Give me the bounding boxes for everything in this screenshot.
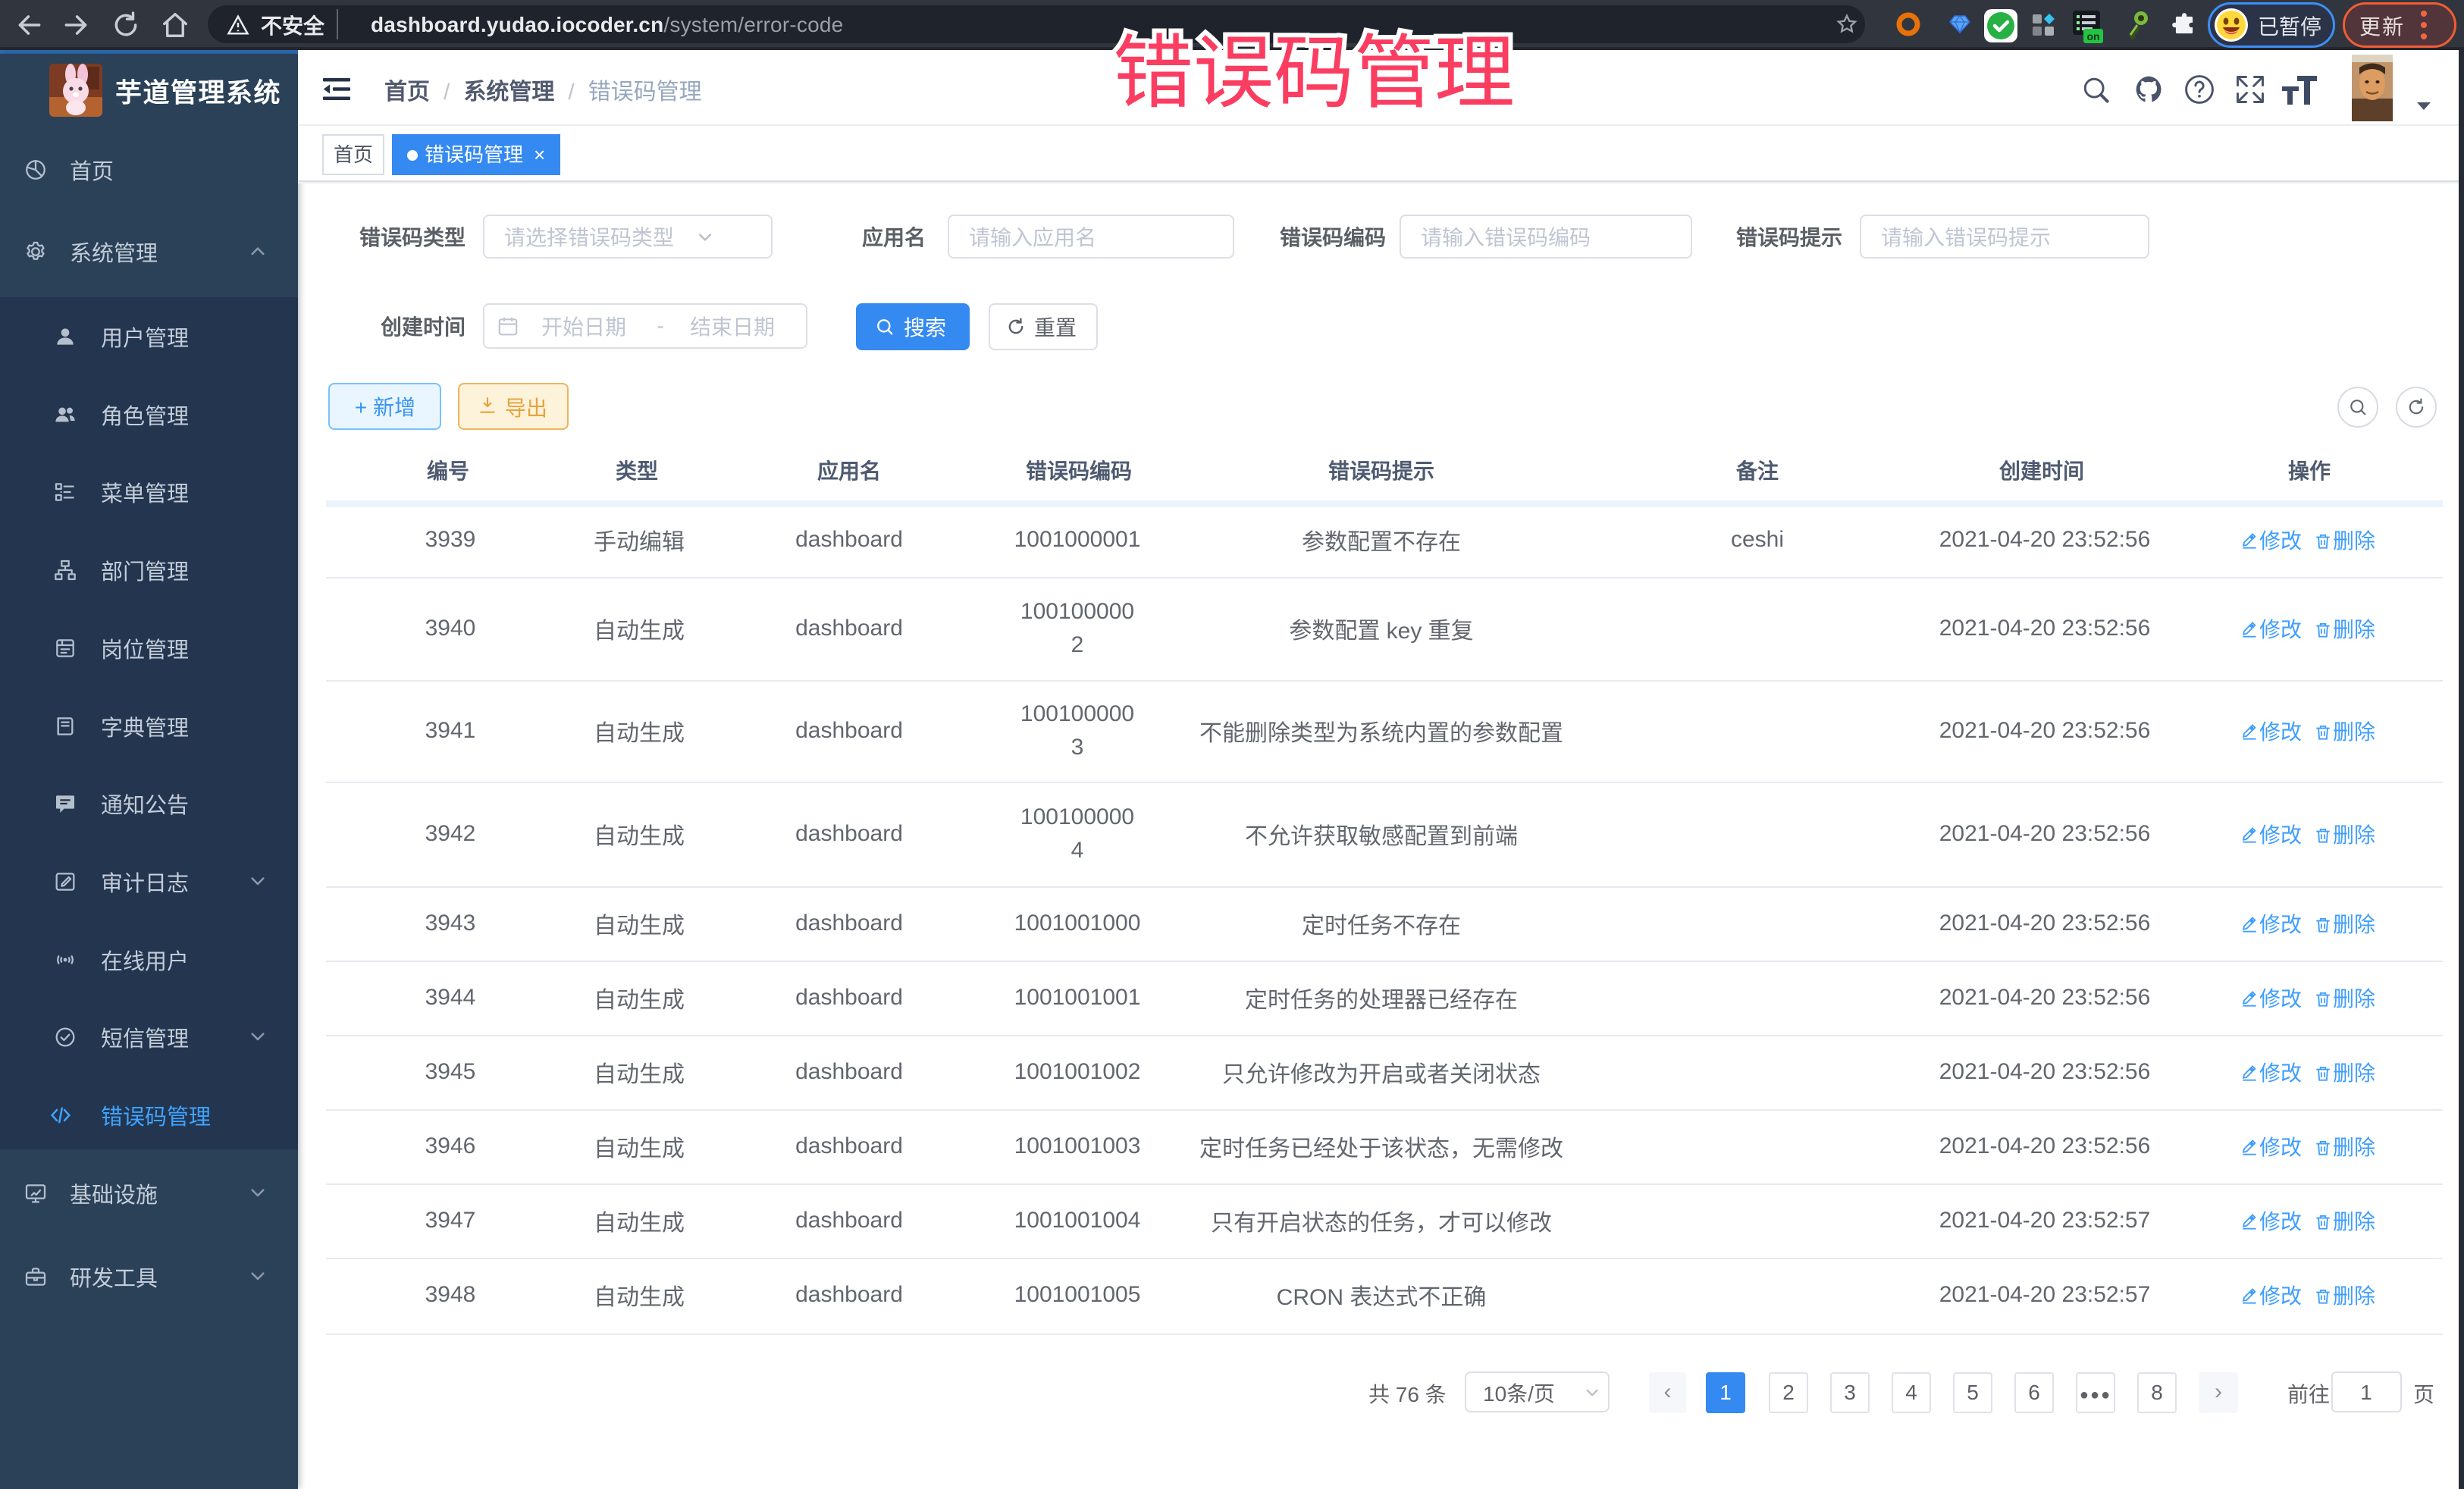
svg-text:on: on bbox=[2086, 30, 2099, 42]
